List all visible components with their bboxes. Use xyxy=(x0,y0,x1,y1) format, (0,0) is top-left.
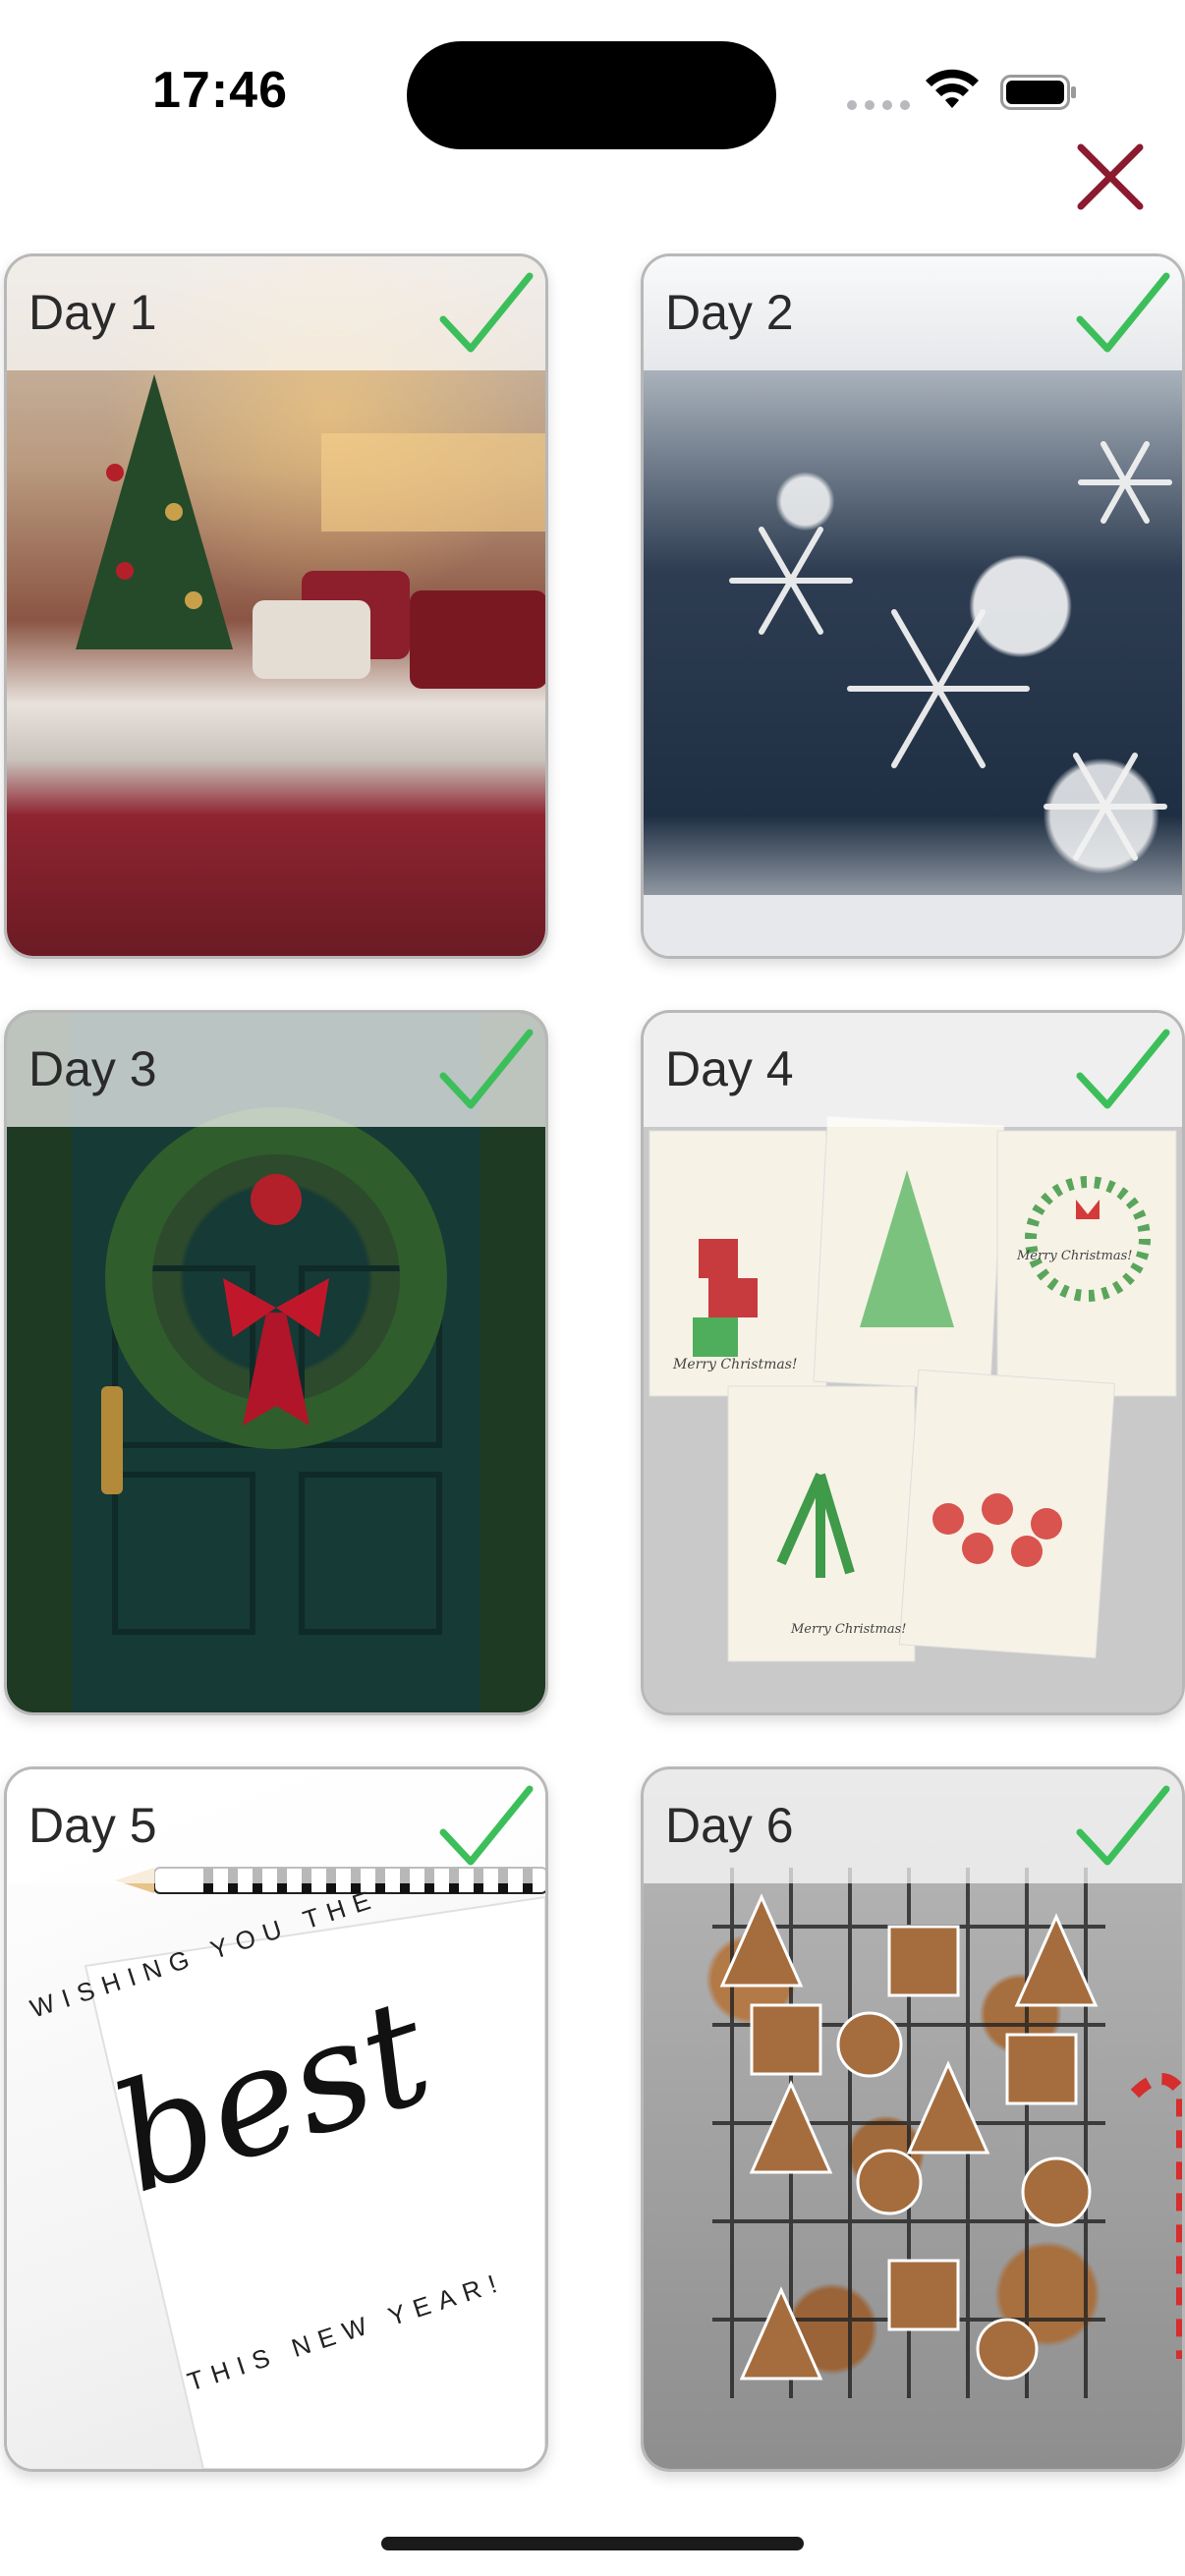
day-label: Day 2 xyxy=(665,285,794,340)
checkmark-icon xyxy=(1076,1785,1170,1866)
checkmark-icon xyxy=(439,272,534,353)
day-card-1[interactable]: Day 1 xyxy=(4,253,548,959)
close-x-icon xyxy=(1077,143,1144,210)
battery-icon xyxy=(1000,75,1076,110)
home-indicator[interactable] xyxy=(381,2537,804,2550)
dynamic-island xyxy=(407,41,776,149)
close-button[interactable] xyxy=(1063,130,1157,224)
checkmark-icon xyxy=(1076,272,1170,353)
wifi-icon xyxy=(926,69,979,108)
day-card-4[interactable]: Merry Christmas! Merry Christmas! Merry … xyxy=(641,1010,1185,1715)
card-text: Merry Christmas! xyxy=(1017,1249,1133,1263)
day-label: Day 1 xyxy=(28,285,157,340)
day-label: Day 3 xyxy=(28,1041,157,1096)
day-label: Day 5 xyxy=(28,1798,157,1853)
day-label: Day 6 xyxy=(665,1798,794,1853)
card-text: Merry Christmas! xyxy=(791,1622,907,1637)
cellular-signal-icon xyxy=(847,100,910,110)
day-label: Day 4 xyxy=(665,1041,794,1096)
day-card-3[interactable]: Day 3 xyxy=(4,1010,548,1715)
checkmark-icon xyxy=(1076,1029,1170,1109)
checkmark-icon xyxy=(439,1785,534,1866)
status-time: 17:46 xyxy=(152,62,288,119)
day-card-6[interactable]: Day 6 xyxy=(641,1766,1185,2472)
checkmark-icon xyxy=(439,1029,534,1109)
day-card-2[interactable]: Day 2 xyxy=(641,253,1185,959)
day-card-5[interactable]: WISHING YOU THE best THIS NEW YEAR! Day … xyxy=(4,1766,548,2472)
card-text: Merry Christmas! xyxy=(673,1357,798,1372)
